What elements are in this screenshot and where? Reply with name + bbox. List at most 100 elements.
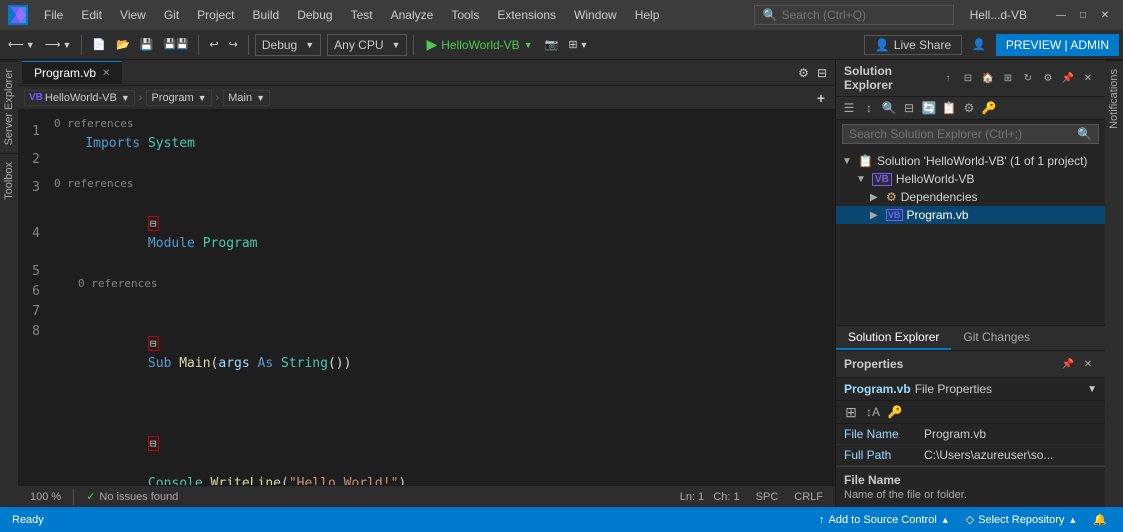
account-button[interactable]: 👤 (968, 36, 990, 53)
sidebar-item-notifications[interactable]: Notifications (1105, 60, 1123, 137)
forward-button[interactable]: ⟶ ▼ (41, 36, 76, 53)
toolbar-sep-2 (198, 35, 199, 55)
sol-tool-3[interactable]: 🔍 (880, 99, 898, 117)
sol-exp-toolbar-btn-6[interactable]: ⚙ (1039, 69, 1057, 87)
live-share-button[interactable]: 👤 Live Share (864, 35, 962, 55)
close-button[interactable]: ✕ (1095, 5, 1115, 25)
zoom-level[interactable]: 100 % (26, 491, 65, 503)
menu-project[interactable]: Project (189, 6, 242, 24)
title-search-input[interactable] (782, 8, 922, 22)
tree-item-project[interactable]: ▼ VB HelloWorld-VB (836, 170, 1105, 188)
sol-exp-toolbar-btn-4[interactable]: ⊞ (999, 69, 1017, 87)
dependencies-icon: ⚙ (886, 190, 897, 204)
debug-config-dropdown[interactable]: Debug ▼ (255, 34, 321, 56)
menu-debug[interactable]: Debug (289, 6, 340, 24)
menu-extensions[interactable]: Extensions (489, 6, 564, 24)
ln-label: Ln: 1 (680, 491, 704, 503)
nav-method-dropdown[interactable]: Main ▼ (223, 90, 270, 106)
run-button[interactable]: ▶ HelloWorld-VB ▼ (420, 34, 538, 55)
menu-analyze[interactable]: Analyze (383, 6, 442, 24)
toolbar-camera-button[interactable]: 📷 (541, 36, 563, 53)
sol-exp-close-button[interactable]: ✕ (1079, 69, 1097, 87)
maximize-button[interactable]: □ (1073, 5, 1093, 25)
editor-tab-config-button[interactable]: ⚙ (794, 64, 813, 82)
menu-view[interactable]: View (112, 6, 154, 24)
status-bar: Ready ↑ Add to Source Control ▲ ◇ Select… (0, 507, 1123, 532)
sol-exp-toolbar-btn-2[interactable]: ⊟ (959, 69, 977, 87)
sidebar-item-toolbox[interactable]: Toolbox (0, 153, 18, 208)
type-system: System (148, 136, 195, 151)
sol-exp-pin-button[interactable]: 📌 (1059, 69, 1077, 87)
notification-bell-button[interactable]: 🔔 (1089, 513, 1111, 526)
sol-tool-8[interactable]: 🔑 (980, 99, 998, 117)
nav-add-button[interactable]: + (813, 88, 829, 108)
tree-item-solution[interactable]: ▼ 📋 Solution 'HelloWorld-VB' (1 of 1 pro… (836, 152, 1105, 170)
window-title: Hell...d-VB (970, 8, 1027, 22)
editor-tab-program-vb[interactable]: Program.vb ✕ (22, 61, 122, 84)
kw-module: Module (148, 236, 195, 251)
props-sort-btn[interactable]: ↕A (864, 403, 882, 421)
nav-class-dropdown[interactable]: Program ▼ (146, 90, 211, 106)
kw-sub: Sub (148, 356, 171, 371)
expand-sub-icon[interactable]: ⊟ (148, 336, 159, 351)
line-num-6: 6 (24, 282, 40, 302)
project-vb-icon: VB (872, 173, 892, 186)
platform-dropdown[interactable]: Any CPU ▼ (327, 34, 407, 56)
toolbar-extra-button[interactable]: ⊞ ▼ (564, 36, 592, 53)
props-close-button[interactable]: ✕ (1079, 355, 1097, 373)
props-pin-button[interactable]: 📌 (1059, 355, 1077, 373)
solution-explorer-header: Solution Explorer ↑ ⊟ 🏠 ⊞ ↻ ⚙ 📌 ✕ (836, 60, 1105, 97)
tab-solution-explorer[interactable]: Solution Explorer (836, 326, 951, 350)
sidebar-item-server-explorer[interactable]: Server Explorer (0, 60, 18, 153)
tree-item-dependencies[interactable]: ▶ ⚙ Dependencies (836, 188, 1105, 206)
props-key-btn[interactable]: 🔑 (886, 403, 904, 421)
tab-git-changes[interactable]: Git Changes (951, 326, 1042, 350)
sol-tool-1[interactable]: ☰ (840, 99, 858, 117)
editor-tab-close[interactable]: ✕ (102, 68, 110, 79)
solution-explorer-search-input[interactable] (849, 127, 1073, 141)
sol-tool-4[interactable]: ⊟ (900, 99, 918, 117)
sol-tool-2[interactable]: ↕ (860, 99, 878, 117)
preview-admin-button[interactable]: PREVIEW | ADMIN (996, 34, 1119, 56)
save-button[interactable]: 💾 (136, 36, 158, 53)
menu-file[interactable]: File (36, 6, 71, 24)
menu-edit[interactable]: Edit (73, 6, 110, 24)
menu-help[interactable]: Help (627, 6, 668, 24)
tree-item-program-vb[interactable]: ▶ VB Program.vb (836, 206, 1105, 224)
sol-exp-toolbar-btn-5[interactable]: ↻ (1019, 69, 1037, 87)
editor-scrollbar[interactable] (823, 110, 835, 485)
crlf-indicator[interactable]: CRLF (790, 491, 827, 503)
sol-tool-7[interactable]: ⚙ (960, 99, 978, 117)
sol-tool-6[interactable]: 📋 (940, 99, 958, 117)
back-button[interactable]: ⟵ ▼ (4, 36, 39, 53)
repo-icon: ◇ (966, 513, 974, 526)
redo-button[interactable]: ↪ (225, 36, 242, 53)
expand-console-icon[interactable]: ⊟ (148, 436, 159, 451)
minimize-button[interactable]: — (1051, 5, 1071, 25)
add-to-source-control-button[interactable]: ↑ Add to Source Control ▲ (815, 514, 954, 526)
open-file-button[interactable]: 📂 (112, 36, 134, 53)
menu-window[interactable]: Window (566, 6, 625, 24)
props-grid-btn[interactable]: ⊞ (842, 403, 860, 421)
save-all-button[interactable]: 💾💾 (160, 37, 193, 52)
nav-project-dropdown[interactable]: VB HelloWorld-VB ▼ (24, 90, 135, 106)
sol-exp-toolbar-btn-3[interactable]: 🏠 (979, 69, 997, 87)
select-repo-label: Select Repository (978, 514, 1064, 526)
menu-tools[interactable]: Tools (443, 6, 487, 24)
code-content[interactable]: 0 references Imports System 0 references… (46, 110, 823, 485)
sol-tool-5[interactable]: 🔄 (920, 99, 938, 117)
editor-split-button[interactable]: ⊟ (813, 64, 831, 82)
select-repository-button[interactable]: ◇ Select Repository ▲ (962, 513, 1082, 526)
sol-exp-toolbar-btn-1[interactable]: ↑ (939, 69, 957, 87)
expand-module-icon[interactable]: ⊟ (148, 216, 159, 231)
menu-test[interactable]: Test (343, 6, 381, 24)
undo-button[interactable]: ↩ (205, 36, 222, 53)
menu-git[interactable]: Git (156, 6, 187, 24)
new-file-button[interactable]: 📄 (88, 36, 110, 53)
nav-bar: VB HelloWorld-VB ▼ › Program ▼ › Main ▼ … (18, 86, 835, 110)
menu-build[interactable]: Build (245, 6, 288, 24)
code-line-3: ⊟ Module Program (54, 194, 815, 274)
properties-file-dropdown[interactable]: ▼ (1087, 384, 1097, 395)
title-search-box: 🔍 (754, 5, 954, 25)
spc-indicator[interactable]: SPC (752, 491, 783, 503)
